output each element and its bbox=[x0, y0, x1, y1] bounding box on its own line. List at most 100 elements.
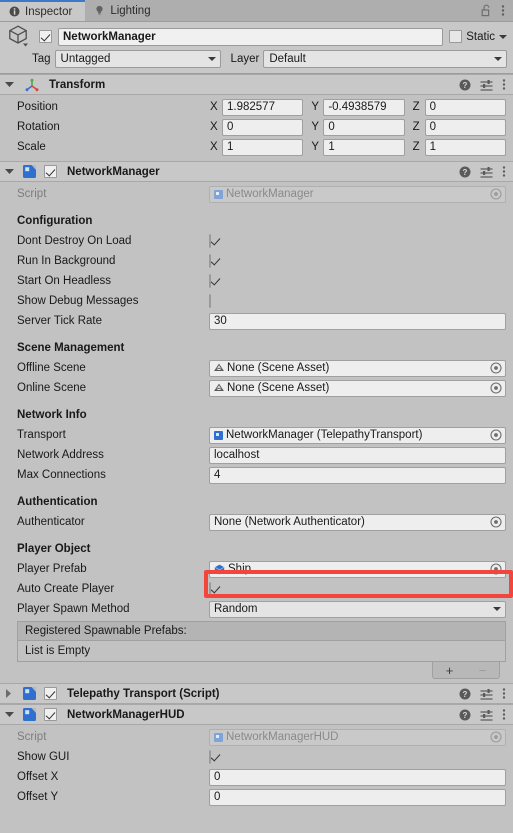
layer-value: Default bbox=[269, 53, 306, 65]
remove-prefab-button[interactable]: − bbox=[473, 664, 493, 677]
row-player-prefab: Player Prefab Ship bbox=[0, 559, 513, 579]
tab-label: Lighting bbox=[110, 4, 151, 17]
property-label: Show Debug Messages bbox=[17, 295, 139, 307]
offset-x-value: 0 bbox=[214, 771, 221, 783]
position-x-input[interactable]: 1.982577 bbox=[222, 98, 304, 116]
server-tick-rate-value: 30 bbox=[214, 315, 227, 327]
axis-label-y: Y bbox=[311, 101, 319, 113]
object-picker-icon[interactable] bbox=[490, 516, 502, 528]
lightbulb-icon bbox=[94, 5, 105, 16]
script-icon bbox=[214, 732, 223, 742]
tab-lighting[interactable]: Lighting bbox=[85, 0, 164, 21]
axis-label-y: Y bbox=[311, 121, 319, 133]
lock-open-icon[interactable] bbox=[481, 4, 492, 17]
dont-destroy-on-load-checkbox[interactable] bbox=[209, 234, 211, 248]
object-picker-icon[interactable] bbox=[490, 429, 502, 441]
preset-settings-icon[interactable] bbox=[480, 79, 493, 91]
script-icon bbox=[23, 687, 36, 700]
transform-row-scale: Scale X 1 Y 1 Z 1 bbox=[0, 137, 513, 157]
add-prefab-button[interactable]: + bbox=[440, 664, 460, 677]
static-control: Static bbox=[449, 30, 507, 43]
foldout-arrow-open-icon[interactable] bbox=[5, 81, 16, 88]
foldout-arrow-open-icon[interactable] bbox=[5, 711, 16, 718]
preset-settings-icon[interactable] bbox=[480, 166, 493, 178]
chevron-down-icon[interactable] bbox=[499, 34, 507, 40]
help-icon[interactable]: ? bbox=[459, 79, 471, 91]
offline-scene-object-field[interactable]: None (Scene Asset) bbox=[209, 359, 506, 377]
script-object-field: NetworkManager bbox=[209, 185, 506, 203]
kebab-menu-icon[interactable] bbox=[502, 78, 506, 91]
offset-y-input[interactable]: 0 bbox=[209, 788, 506, 806]
authenticator-object-field[interactable]: None (Network Authenticator) bbox=[209, 513, 506, 531]
foldout-arrow-open-icon[interactable] bbox=[5, 168, 16, 175]
help-icon[interactable]: ? bbox=[459, 709, 471, 721]
gameobject-name-input[interactable]: NetworkManager bbox=[58, 27, 444, 46]
tag-dropdown[interactable]: Untagged bbox=[54, 50, 221, 68]
scene-asset-icon bbox=[214, 363, 224, 373]
network-address-input[interactable]: localhost bbox=[209, 446, 506, 464]
row-online-scene: Online Scene None (Scene Asset) bbox=[0, 378, 513, 398]
property-label: Auto Create Player bbox=[17, 583, 115, 595]
offset-x-input[interactable]: 0 bbox=[209, 768, 506, 786]
server-tick-rate-input[interactable]: 30 bbox=[209, 312, 506, 330]
transform-row-rotation: Rotation X 0 Y 0 Z 0 bbox=[0, 117, 513, 137]
online-scene-object-field[interactable]: None (Scene Asset) bbox=[209, 379, 506, 397]
player-prefab-object-field[interactable]: Ship bbox=[209, 560, 506, 578]
component-enabled-checkbox[interactable] bbox=[44, 165, 57, 178]
scale-y-input[interactable]: 1 bbox=[323, 138, 405, 156]
property-label: Dont Destroy On Load bbox=[17, 235, 132, 247]
scene-asset-icon bbox=[214, 383, 224, 393]
start-on-headless-checkbox[interactable] bbox=[209, 274, 211, 288]
kebab-menu-icon[interactable] bbox=[502, 708, 506, 721]
rotation-z-input[interactable]: 0 bbox=[424, 118, 506, 136]
script-value: NetworkManager bbox=[226, 188, 314, 200]
component-enabled-checkbox[interactable] bbox=[44, 708, 57, 721]
foldout-arrow-closed-icon[interactable] bbox=[5, 689, 16, 698]
object-picker-icon[interactable] bbox=[490, 382, 502, 394]
layer-dropdown[interactable]: Default bbox=[263, 50, 507, 68]
object-picker-icon[interactable] bbox=[490, 563, 502, 575]
component-header-networkmanagerhud[interactable]: NetworkManagerHUD ? bbox=[0, 704, 513, 725]
transform-row-position: Position X 1.982577 Y -0.4938579 Z 0 bbox=[0, 97, 513, 117]
property-label: Network Address bbox=[17, 449, 104, 461]
show-debug-messages-checkbox[interactable] bbox=[209, 294, 211, 308]
svg-text:?: ? bbox=[463, 690, 468, 699]
player-spawn-method-dropdown[interactable]: Random bbox=[209, 600, 506, 618]
offline-scene-value: None (Scene Asset) bbox=[227, 362, 330, 374]
auto-create-player-checkbox[interactable] bbox=[209, 582, 211, 596]
rotation-y-input[interactable]: 0 bbox=[323, 118, 405, 136]
property-label: Player Prefab bbox=[17, 563, 87, 575]
kebab-menu-icon[interactable] bbox=[502, 165, 506, 178]
scale-x-input[interactable]: 1 bbox=[222, 138, 304, 156]
cube-icon[interactable] bbox=[7, 24, 33, 50]
component-header-telepathy-transport[interactable]: Telepathy Transport (Script) ? bbox=[0, 683, 513, 704]
section-header-authentication: Authentication bbox=[17, 495, 98, 508]
preset-settings-icon[interactable] bbox=[480, 709, 493, 721]
component-enabled-checkbox[interactable] bbox=[44, 687, 57, 700]
scale-z-input[interactable]: 1 bbox=[424, 138, 506, 156]
component-header-transform[interactable]: Transform ? bbox=[0, 74, 513, 95]
gameobject-enabled-checkbox[interactable] bbox=[39, 30, 52, 43]
position-y-input[interactable]: -0.4938579 bbox=[323, 98, 405, 116]
section-header-network-info: Network Info bbox=[17, 408, 87, 421]
vector3-scale: X 1 Y 1 Z 1 bbox=[209, 138, 506, 156]
row-start-on-headless: Start On Headless bbox=[0, 271, 513, 291]
component-header-networkmanager[interactable]: NetworkManager ? bbox=[0, 161, 513, 182]
help-icon[interactable]: ? bbox=[459, 688, 471, 700]
help-icon[interactable]: ? bbox=[459, 166, 471, 178]
kebab-menu-icon[interactable] bbox=[501, 4, 505, 17]
preset-settings-icon[interactable] bbox=[480, 688, 493, 700]
object-picker-icon[interactable] bbox=[490, 362, 502, 374]
rotation-x-input[interactable]: 0 bbox=[222, 118, 304, 136]
position-z-input[interactable]: 0 bbox=[424, 98, 506, 116]
component-actions: ? bbox=[459, 708, 506, 721]
transport-object-field[interactable]: NetworkManager (TelepathyTransport) bbox=[209, 426, 506, 444]
tab-inspector[interactable]: Inspector bbox=[0, 0, 86, 21]
row-offset-x: Offset X 0 bbox=[0, 767, 513, 787]
static-checkbox[interactable] bbox=[449, 30, 463, 43]
run-in-background-checkbox[interactable] bbox=[209, 254, 211, 268]
svg-text:?: ? bbox=[463, 81, 468, 90]
show-gui-checkbox[interactable] bbox=[209, 750, 211, 764]
kebab-menu-icon[interactable] bbox=[502, 687, 506, 700]
max-connections-input[interactable]: 4 bbox=[209, 466, 506, 484]
